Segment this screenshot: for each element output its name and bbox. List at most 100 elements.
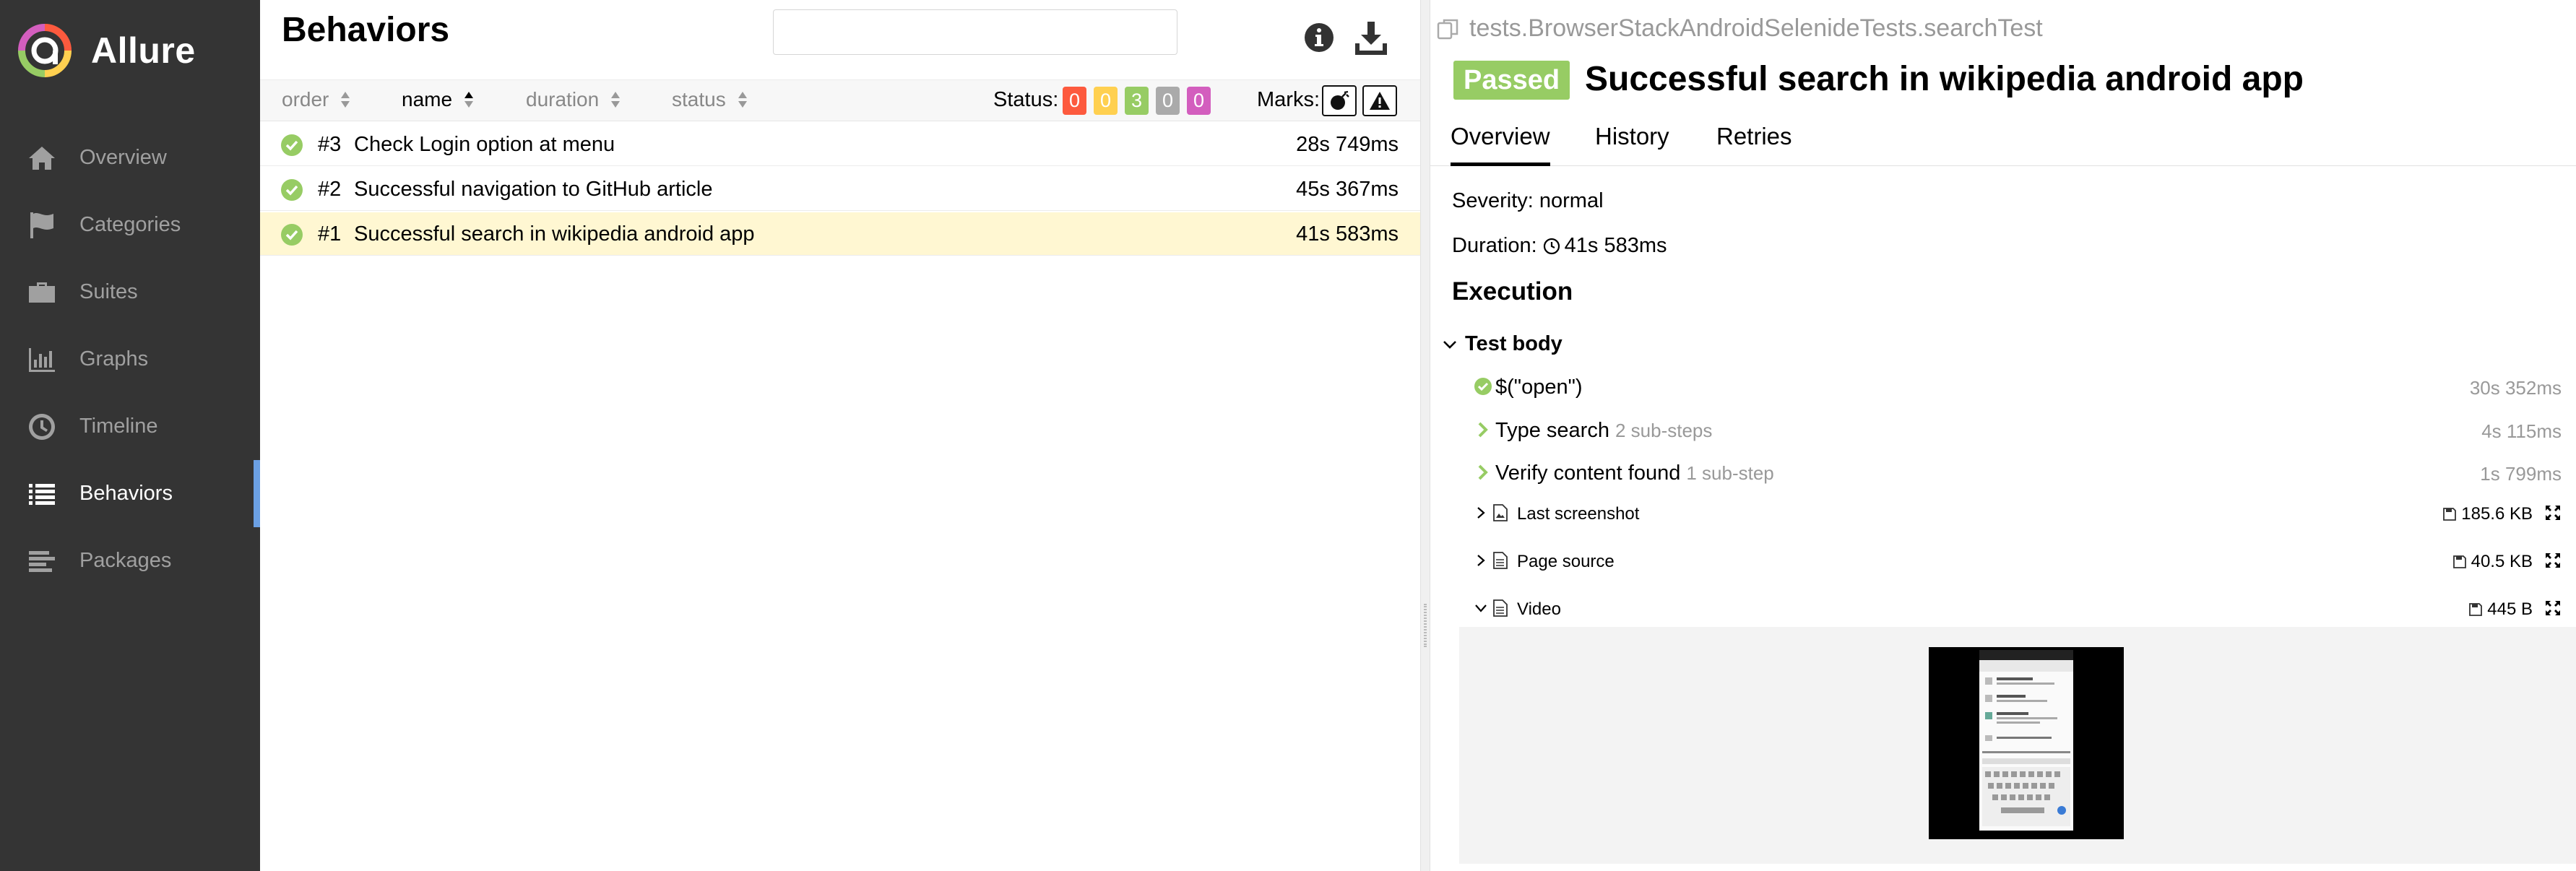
row-duration: 28s 749ms <box>1296 133 1399 156</box>
row-name: Successful search in wikipedia android a… <box>354 222 755 246</box>
sort-by-order[interactable]: order <box>282 88 350 111</box>
step-verify-content[interactable]: Verify content found 1 sub-step 1s 799ms <box>1474 454 2562 490</box>
step-label: Verify content found <box>1495 462 1681 485</box>
copy-icon[interactable] <box>1436 17 1461 41</box>
row-duration: 45s 367ms <box>1296 178 1399 201</box>
attachment-size: 185.6 KB <box>2442 504 2533 524</box>
bar-chart-icon <box>29 347 55 372</box>
passed-check-icon <box>1474 378 1492 395</box>
status-filter-label: Status: <box>993 88 1059 111</box>
step-open[interactable]: $("open") 30s 352ms <box>1474 368 2562 404</box>
test-title: Successful search in wikipedia android a… <box>1585 60 2304 98</box>
sidebar-nav: Overview Categories Suites Graphs Timeli… <box>0 124 260 594</box>
save-icon <box>2443 508 2457 521</box>
search-input[interactable] <box>773 9 1177 55</box>
sort-by-duration[interactable]: duration <box>526 88 621 111</box>
list-icon <box>29 483 55 505</box>
step-substeps: 2 sub-steps <box>1615 420 1713 441</box>
sidebar-item-packages[interactable]: Packages <box>0 527 260 594</box>
status-skipped-badge[interactable]: 0 <box>1156 87 1180 115</box>
chevron-right-icon <box>1477 507 1485 519</box>
expand-icon[interactable] <box>2544 552 2562 569</box>
duration-label: Duration: <box>1452 234 1537 257</box>
attachment-name: Page source <box>1517 552 1615 571</box>
duration-value: 41s 583ms <box>1564 234 1667 257</box>
chevron-down-icon <box>1475 604 1487 612</box>
sort-icon <box>341 92 350 108</box>
table-row-selected[interactable]: #1 Successful search in wikipedia androi… <box>260 212 1420 256</box>
attachment-page-source[interactable]: Page source 40.5 KB <box>1474 545 2562 578</box>
sidebar-item-label: Categories <box>79 213 181 236</box>
sidebar-item-behaviors[interactable]: Behaviors <box>0 460 260 527</box>
test-path-text: tests.BrowserStackAndroidSelenideTests.s… <box>1469 14 2043 42</box>
sidebar-item-suites[interactable]: Suites <box>0 259 260 326</box>
attachment-size: 445 B <box>2468 599 2533 620</box>
table-header: order name duration status Status: 0 0 3… <box>260 79 1420 121</box>
sidebar-item-timeline[interactable]: Timeline <box>0 393 260 460</box>
download-icon[interactable] <box>1352 19 1390 56</box>
video-player[interactable] <box>1929 647 2124 839</box>
flaky-mark-button[interactable] <box>1322 85 1357 116</box>
status-passed-badge[interactable]: 3 <box>1125 87 1149 115</box>
sort-by-status[interactable]: status <box>672 88 748 111</box>
expand-icon[interactable] <box>2544 599 2562 617</box>
row-number: #1 <box>318 222 342 246</box>
allure-report: Allure Overview Categories Suites Graphs… <box>0 0 2576 871</box>
info-icon[interactable] <box>1303 22 1335 53</box>
clock-icon <box>1543 238 1560 254</box>
sort-by-name[interactable]: name <box>402 88 474 111</box>
marks-filter-label: Marks: <box>1257 88 1320 111</box>
tab-overview[interactable]: Overview <box>1451 123 1550 166</box>
page-title: Behaviors <box>282 11 450 49</box>
text-file-icon <box>1493 552 1508 569</box>
sidebar-item-categories[interactable]: Categories <box>0 191 260 259</box>
step-text: Type search 2 sub-steps <box>1495 419 1712 443</box>
step-time: 4s 115ms <box>2481 420 2562 442</box>
pane-splitter[interactable] <box>1420 0 1430 871</box>
status-unknown-badge[interactable]: 0 <box>1187 87 1211 115</box>
row-number: #3 <box>318 133 342 156</box>
sidebar-item-graphs[interactable]: Graphs <box>0 326 260 393</box>
status-failed-badge[interactable]: 0 <box>1063 87 1086 115</box>
tab-retries[interactable]: Retries <box>1716 123 1792 166</box>
status-broken-badge[interactable]: 0 <box>1094 87 1118 115</box>
test-detail-panel: tests.BrowserStackAndroidSelenideTests.s… <box>1430 0 2576 871</box>
tab-history[interactable]: History <box>1595 123 1669 166</box>
step-substeps: 1 sub-step <box>1686 462 1774 484</box>
brand-name: Allure <box>91 30 196 71</box>
chevron-right-icon <box>1478 422 1488 438</box>
sidebar-item-overview[interactable]: Overview <box>0 124 260 191</box>
splitter-grip <box>1424 604 1427 647</box>
chevron-down-icon <box>1443 340 1456 349</box>
step-type-search[interactable]: Type search 2 sub-steps 4s 115ms <box>1474 412 2562 448</box>
bomb-icon <box>1331 90 1349 110</box>
briefcase-icon <box>29 282 55 303</box>
table-row[interactable]: #3 Check Login option at menu 28s 749ms <box>260 123 1420 166</box>
expand-icon[interactable] <box>2544 504 2562 521</box>
status-badge: Passed <box>1453 61 1570 100</box>
attachment-last-screenshot[interactable]: Last screenshot 185.6 KB <box>1474 497 2562 530</box>
row-name: Check Login option at menu <box>354 133 615 156</box>
attachment-size-value: 185.6 KB <box>2461 504 2533 524</box>
sidebar-item-label: Behaviors <box>79 482 173 505</box>
test-body-toggle[interactable]: Test body <box>1442 332 1563 356</box>
brand[interactable]: Allure <box>17 22 196 79</box>
step-time: 1s 799ms <box>2480 463 2562 485</box>
execution-heading: Execution <box>1452 277 1573 306</box>
test-body-label: Test body <box>1465 332 1563 355</box>
attachment-video[interactable]: Video 445 B <box>1474 592 2562 625</box>
packages-icon <box>29 550 55 572</box>
sidebar-item-label: Suites <box>79 280 138 303</box>
sidebar-item-label: Graphs <box>79 347 149 370</box>
sort-icon <box>738 92 747 108</box>
video-attachment-area <box>1459 627 2576 864</box>
table-row[interactable]: #2 Successful navigation to GitHub artic… <box>260 168 1420 211</box>
warning-mark-button[interactable] <box>1362 85 1397 116</box>
column-label: name <box>402 88 453 110</box>
passed-check-icon <box>281 179 303 201</box>
sort-icon <box>611 92 621 108</box>
row-duration: 41s 583ms <box>1296 222 1399 246</box>
step-label: Type search <box>1495 419 1609 442</box>
step-label: $("open") <box>1495 376 1583 399</box>
passed-check-icon <box>281 134 303 156</box>
